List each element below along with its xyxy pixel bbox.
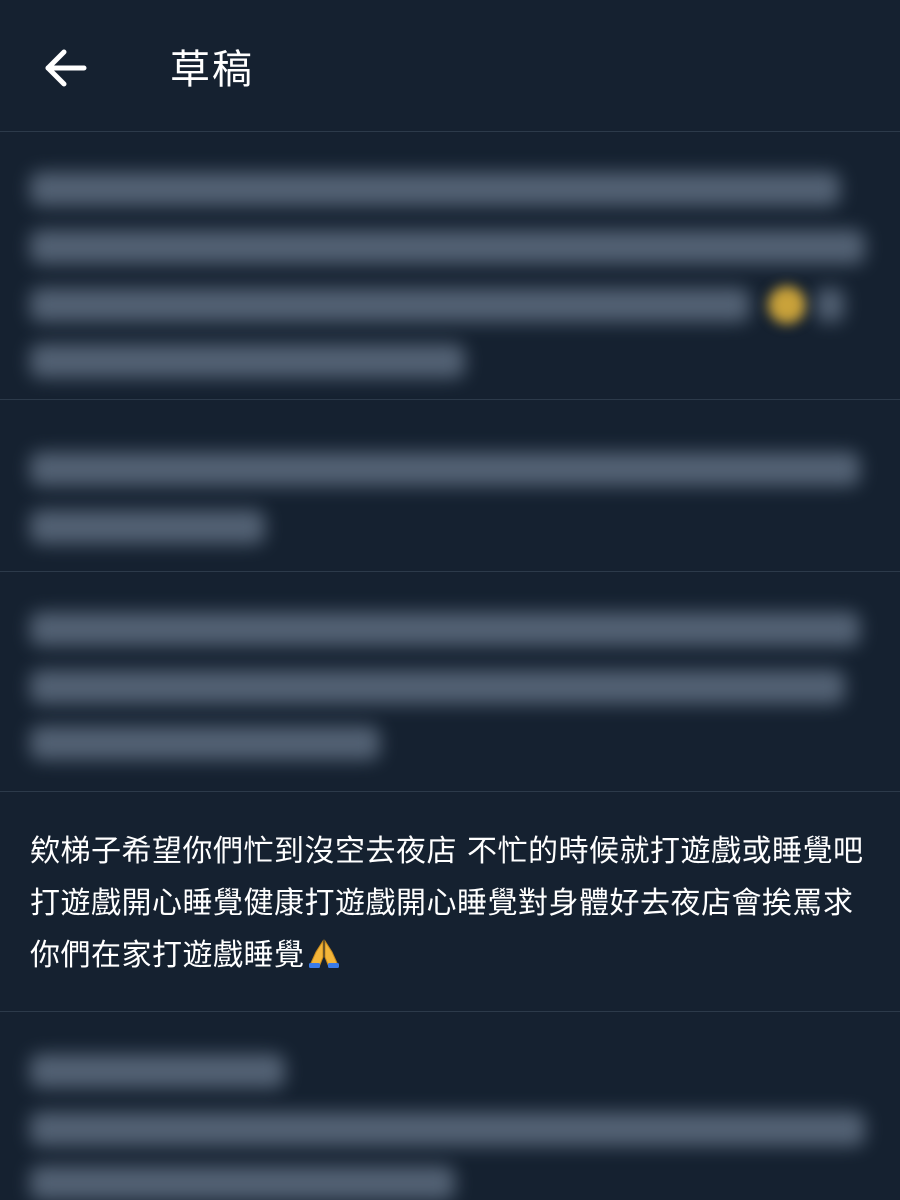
blurred-text-line [30,670,845,704]
draft-item-blurred[interactable] [0,132,900,400]
drafts-screen: 草稿 欸梯子希望你們忙到沒空去夜店 不忙的時候就打遊戲或睡覺吧打遊戲開心睡覺健康… [0,0,900,1200]
blurred-text-line [30,172,840,206]
page-title: 草稿 [170,47,254,93]
blurred-text-line [30,510,265,544]
back-button[interactable] [36,38,96,98]
folded-hands-icon [307,934,341,986]
blurred-text-line [30,288,750,322]
blurred-text-line [30,344,465,378]
draft-item[interactable]: 欸梯子希望你們忙到沒空去夜店 不忙的時候就打遊戲或睡覺吧打遊戲開心睡覺健康打遊戲… [0,792,900,1012]
blurred-text-line [30,726,380,760]
blurred-emoji-icon [768,286,806,324]
blurred-text-line [30,452,860,486]
draft-text: 欸梯子希望你們忙到沒空去夜店 不忙的時候就打遊戲或睡覺吧打遊戲開心睡覺健康打遊戲… [30,826,875,986]
draft-item-blurred[interactable] [0,572,900,792]
arrow-left-icon [45,49,87,87]
blurred-text-line [30,1166,455,1200]
draft-item-blurred[interactable] [0,1012,900,1200]
blurred-text-line [816,288,844,322]
blurred-text-line [30,230,865,264]
blurred-text-line [30,612,860,646]
blurred-text-line [30,1054,285,1088]
draft-item-blurred[interactable] [0,400,900,572]
draft-body: 欸梯子希望你們忙到沒空去夜店 不忙的時候就打遊戲或睡覺吧打遊戲開心睡覺健康打遊戲… [30,834,864,973]
top-bar: 草稿 [0,0,900,132]
blurred-text-line [30,1112,865,1146]
